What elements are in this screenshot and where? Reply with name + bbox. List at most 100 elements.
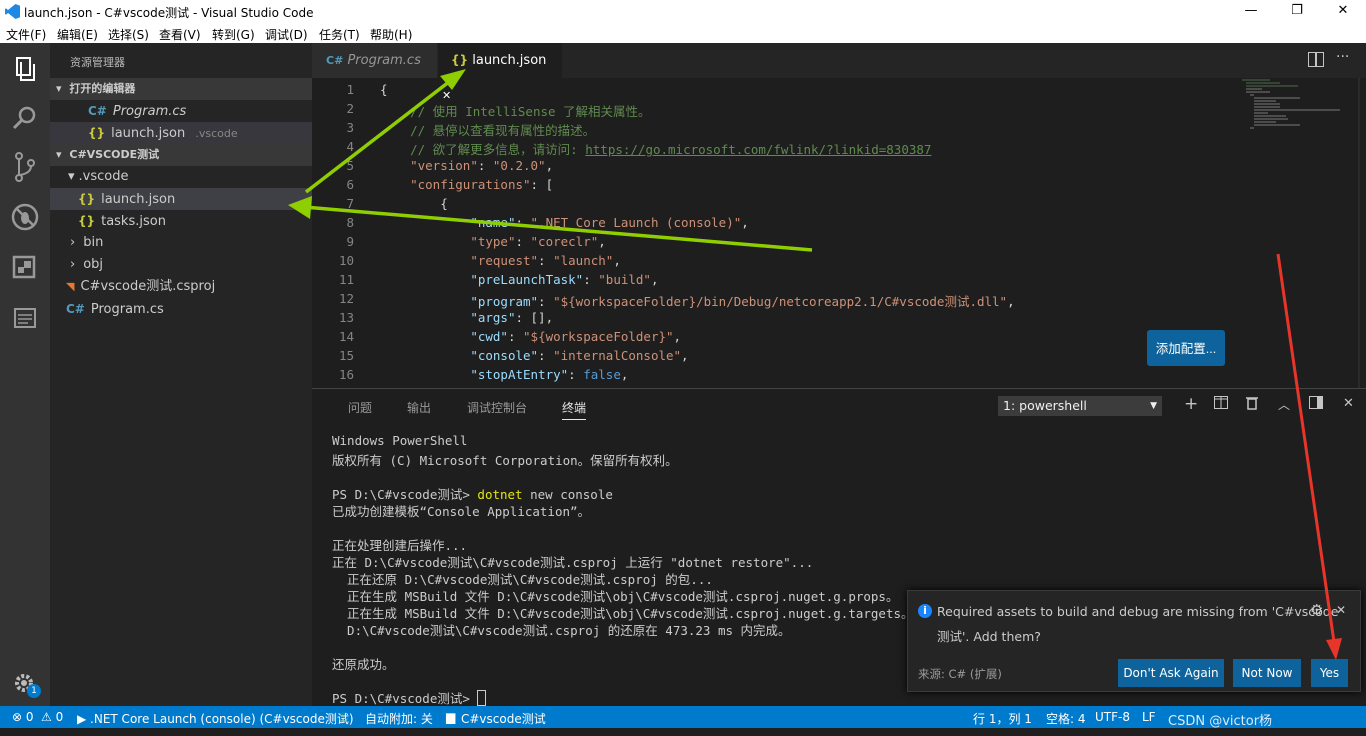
dont-ask-again-button[interactable]: Don't Ask Again [1118, 659, 1224, 687]
code-line: { [380, 82, 388, 97]
file-program-cs[interactable]: C# Program.cs [50, 298, 312, 320]
vscode-logo-icon [5, 4, 20, 19]
cursor-position[interactable]: 行 1，列 1 [973, 710, 1032, 727]
files-icon[interactable] [0, 45, 50, 93]
code-token: , [673, 329, 682, 344]
close-notification-icon[interactable]: ✕ [1336, 603, 1346, 617]
code-token: , [598, 234, 606, 249]
chevron-down-icon: ▾ [68, 169, 75, 184]
menu-selection[interactable]: 选择(S) [108, 26, 149, 43]
menu-help[interactable]: 帮助(H) [370, 26, 412, 43]
explorer-sidebar: 资源管理器 ▾ 打开的编辑器 C# Program.cs {} launch.jso… [50, 43, 312, 706]
tab-terminal[interactable]: 终端 [562, 399, 587, 420]
split-terminal-icon[interactable] [1214, 396, 1228, 413]
add-configuration-button[interactable]: 添加配置... [1147, 330, 1225, 366]
code-token: "internalConsole" [553, 348, 682, 363]
json-file-icon: {} [88, 126, 106, 140]
tab-output[interactable]: 输出 [407, 399, 431, 416]
code-token: // 悬停以查看现有属性的描述。 [410, 123, 596, 138]
terminal-text: 正在处理创建后操作... [332, 538, 468, 553]
not-now-button[interactable]: Not Now [1233, 659, 1301, 687]
menu-view[interactable]: 查看(V) [159, 26, 201, 43]
end-of-line[interactable]: LF [1142, 710, 1156, 724]
folder-bin[interactable]: › bin [50, 232, 312, 254]
tab-launch-json[interactable]: {} launch.json ✕ [438, 43, 562, 102]
menu-tasks[interactable]: 任务(T) [319, 26, 360, 43]
code-token: false [583, 367, 621, 382]
tab-program-cs[interactable]: C# Program.cs [312, 43, 437, 78]
minimize-button[interactable]: — [1228, 0, 1274, 23]
settings-gear-icon[interactable]: 1 [0, 661, 50, 709]
menu-goto[interactable]: 转到(G) [212, 26, 255, 43]
debug-icon[interactable] [0, 193, 50, 241]
code-token: "preLaunchTask" [470, 272, 584, 287]
yes-button[interactable]: Yes [1311, 659, 1348, 687]
csharp-file-icon: C# [326, 54, 344, 67]
bottom-strip [0, 728, 1366, 736]
menu-file[interactable]: 文件(F) [6, 26, 46, 43]
status-bar: ⊗ 0 ⚠ 0 ▶ .NET Core Launch (console) (C#… [0, 706, 1366, 729]
source-control-icon[interactable] [0, 143, 50, 191]
folder-obj[interactable]: › obj [50, 254, 312, 276]
close-window-button[interactable]: ✕ [1320, 0, 1366, 23]
terminal-cursor [477, 690, 487, 706]
menu-debug[interactable]: 调试(D) [265, 26, 308, 43]
menu-edit[interactable]: 编辑(E) [57, 26, 98, 43]
gear-icon[interactable]: ⚙ [1310, 601, 1323, 619]
line-number: 8 [346, 215, 354, 230]
code-link[interactable]: https://go.microsoft.com/fwlink/?linkid=… [585, 142, 931, 157]
open-editor-program-cs[interactable]: C# Program.cs [50, 100, 312, 122]
tab-debug-console[interactable]: 调试控制台 [467, 399, 527, 416]
code-token: ".NET Core Launch (console)" [530, 215, 742, 230]
encoding[interactable]: UTF-8 [1095, 710, 1130, 724]
code-token: , [741, 215, 749, 230]
open-editors-header[interactable]: ▾ 打开的编辑器 [50, 78, 312, 100]
output-icon[interactable] [0, 293, 50, 341]
line-number: 6 [346, 177, 354, 192]
code-token: "configurations" [410, 177, 531, 192]
notification-message-2: 测试'. Add them? [937, 629, 1041, 644]
terminal-select[interactable]: 1: powershell ▼ [998, 396, 1162, 416]
workspace-header[interactable]: ▾ C#VSCODE测试 [50, 144, 312, 166]
code-token: , [545, 158, 554, 173]
line-number: 14 [338, 329, 354, 344]
warnings-indicator[interactable]: ⚠ 0 [41, 710, 63, 724]
chevron-up-icon[interactable]: ︿ [1278, 396, 1290, 413]
trash-icon[interactable] [1246, 396, 1258, 414]
workspace-folder-status[interactable]: C#vscode测试 [461, 710, 546, 727]
code-token: "request" [470, 253, 539, 268]
close-panel-icon[interactable]: ✕ [1343, 396, 1354, 411]
file-launch-json[interactable]: {} launch.json [50, 188, 312, 210]
auto-attach-status[interactable]: 自动附加: 关 [365, 710, 433, 727]
indentation[interactable]: 空格: 4 [1046, 710, 1086, 727]
folder-vscode[interactable]: ▾ .vscode [50, 166, 312, 188]
editor-scrollbar[interactable] [1358, 78, 1360, 388]
split-editor-icon[interactable] [1308, 52, 1324, 67]
file-tasks-json[interactable]: {} tasks.json [50, 210, 312, 232]
chevron-down-icon: ▾ [56, 82, 62, 95]
code-line: "cwd": "${workspaceFolder}", [380, 329, 681, 344]
extensions-icon[interactable] [0, 243, 50, 291]
file-label: Program.cs [90, 302, 164, 317]
minimap[interactable] [1240, 78, 1358, 168]
errors-indicator[interactable]: ⊗ 0 [12, 710, 34, 724]
chevron-right-icon: › [70, 235, 76, 250]
code-token: , [620, 367, 629, 382]
more-actions-icon[interactable]: ··· [1336, 49, 1349, 65]
open-editor-label: launch.json [111, 126, 186, 141]
search-icon[interactable] [0, 95, 50, 143]
debug-launch-config[interactable]: ▶ .NET Core Launch (console) (C#vscode测试… [77, 710, 354, 727]
maximize-panel-icon[interactable] [1309, 396, 1323, 413]
file-csproj[interactable]: ◥ C#vscode测试.csproj [50, 276, 312, 298]
title-bar: launch.json - C#vscode测试 - Visual Studio… [0, 0, 1366, 23]
open-editor-launch-json[interactable]: {} launch.json .vscode [50, 122, 312, 144]
maximize-button[interactable]: ❐ [1274, 0, 1320, 23]
tab-problems[interactable]: 问题 [348, 399, 372, 416]
plus-icon[interactable]: + [1184, 394, 1198, 414]
code-line: "version": "0.2.0", [380, 158, 553, 173]
